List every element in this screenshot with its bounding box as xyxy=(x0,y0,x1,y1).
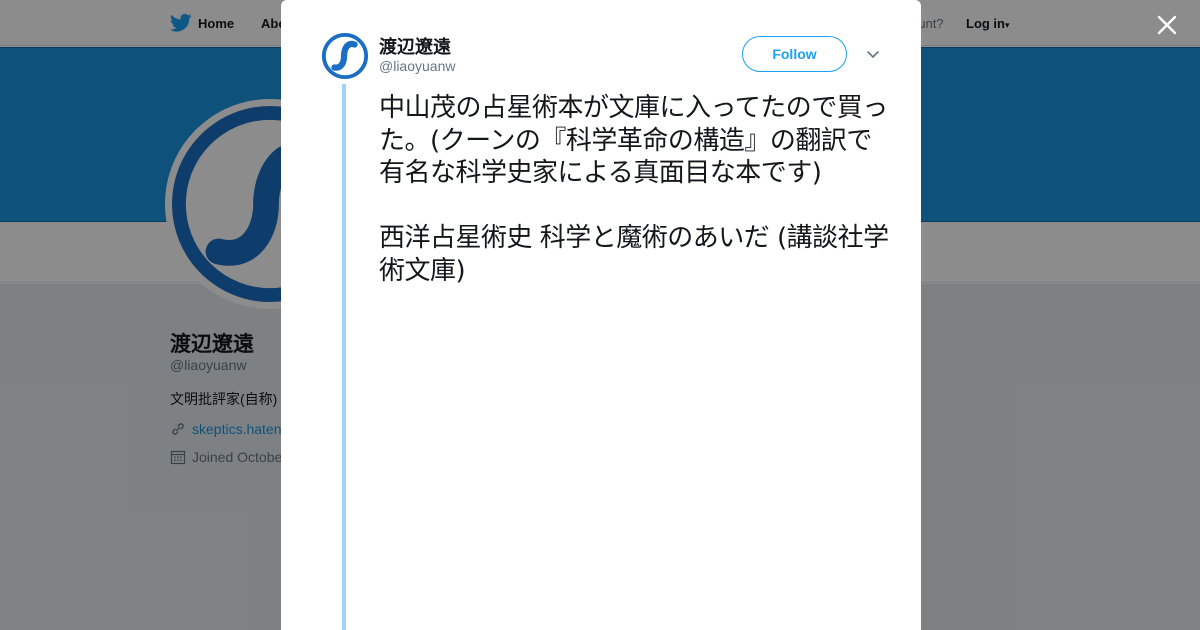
tweet-text: 中山茂の占星術本が文庫に入ってたので買った。(クーンの『科学革命の構造』の翻訳で… xyxy=(379,93,889,286)
tweet-modal: 渡辺遼遠 @liaoyuanw Follow 中山茂の占星術本が文庫に入ってたの… xyxy=(281,0,921,630)
follow-button[interactable]: Follow xyxy=(742,36,847,72)
author-handle[interactable]: @liaoyuanw xyxy=(379,58,455,74)
avatar-logo-icon xyxy=(321,32,369,80)
chevron-down-icon[interactable] xyxy=(865,46,881,62)
author-name[interactable]: 渡辺遼遠 xyxy=(379,33,451,59)
author-avatar[interactable] xyxy=(321,32,369,80)
thread-line xyxy=(342,84,346,630)
close-icon[interactable] xyxy=(1154,12,1180,38)
